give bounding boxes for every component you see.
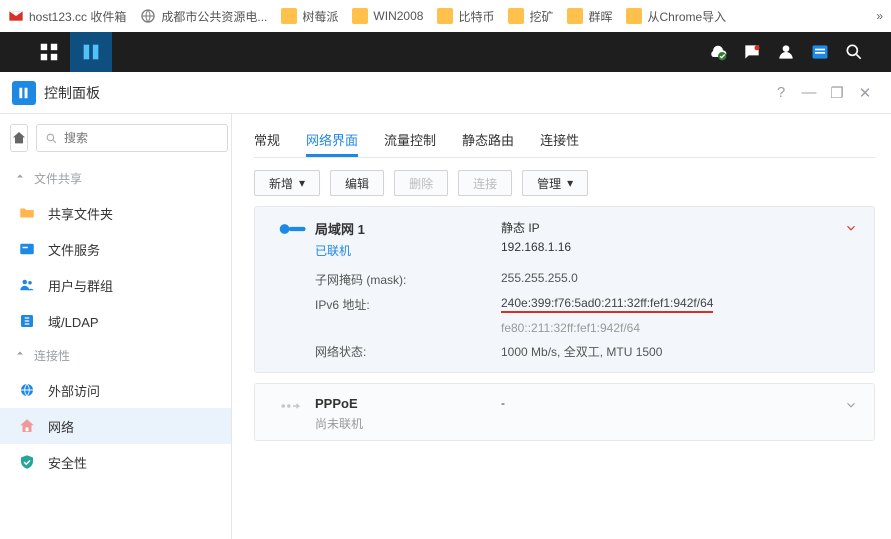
caret-down-icon: ▾ (567, 176, 573, 190)
search-icon (45, 132, 58, 145)
lan-title: 局域网 1 (315, 219, 501, 238)
tab-static-route[interactable]: 静态路由 (462, 122, 514, 157)
tab-network-interface[interactable]: 网络界面 (306, 122, 358, 157)
app-bar (0, 32, 891, 72)
maximize-button[interactable]: ❐ (823, 84, 851, 102)
window-title: 控制面板 (44, 83, 100, 103)
bookmark-mail[interactable]: host123.cc 收件箱 (8, 8, 126, 25)
panel-pppoe[interactable]: PPPoE 尚未联机 - (254, 383, 875, 441)
tab-connectivity[interactable]: 连接性 (540, 122, 579, 157)
folder-icon (626, 8, 642, 24)
tab-general[interactable]: 常规 (254, 122, 280, 157)
link-state-value: 1000 Mb/s, 全双工, MTU 1500 (501, 343, 858, 360)
delete-button[interactable]: 删除 (394, 170, 448, 196)
user-icon[interactable] (769, 32, 803, 72)
chevron-up-icon[interactable] (844, 221, 858, 238)
bookmark-label: 挖矿 (529, 8, 553, 25)
drive-icon (16, 240, 38, 258)
mask-value: 255.255.255.0 (501, 271, 858, 288)
bookmark-folder[interactable]: 从Chrome导入 (626, 8, 726, 25)
control-panel-icon (12, 81, 36, 105)
bookmark-folder[interactable]: 挖矿 (508, 8, 553, 25)
globe-icon (16, 381, 38, 399)
chevron-down-icon[interactable] (844, 398, 858, 415)
network-icon (16, 417, 38, 435)
bookmark-folder[interactable]: 群晖 (567, 8, 612, 25)
lan-status: 已联机 (315, 242, 501, 259)
close-button[interactable]: ✕ (851, 84, 879, 102)
search-box[interactable] (36, 124, 228, 152)
bookmark-label: 成都市公共资源电... (161, 8, 267, 25)
window-header: 控制面板 ? — ❐ ✕ (0, 72, 891, 114)
users-icon (16, 276, 38, 294)
app-control-panel-icon[interactable] (70, 32, 112, 72)
pppoe-status: 尚未联机 (315, 415, 501, 432)
link-state-label: 网络状态: (315, 343, 501, 360)
lan-ip: 192.168.1.16 (501, 240, 858, 254)
folder-icon (437, 8, 453, 24)
minimize-button[interactable]: — (795, 84, 823, 101)
search-input[interactable] (64, 131, 219, 145)
ipv6-value-2: fe80::211:32ff:fef1:942f/64 (501, 321, 858, 335)
bookmark-bar: host123.cc 收件箱 成都市公共资源电... 树莓派 WIN2008 比… (0, 0, 891, 32)
section-file-share[interactable]: 文件共享 (0, 162, 231, 195)
sidebar-item-security[interactable]: 安全性 (0, 444, 231, 480)
bookmark-label: 比特币 (458, 8, 494, 25)
folder-icon (352, 8, 368, 24)
bookmark-overflow[interactable]: » (876, 9, 883, 23)
sidebar-item-shared-folder[interactable]: 共享文件夹 (0, 195, 231, 231)
sidebar-item-users-groups[interactable]: 用户与群组 (0, 267, 231, 303)
pppoe-mode: - (501, 396, 858, 410)
mail-icon (8, 8, 24, 24)
add-button[interactable]: 新增▾ (254, 170, 320, 196)
caret-down-icon: ▾ (299, 176, 305, 190)
home-button[interactable] (10, 124, 28, 152)
sidebar: 文件共享 共享文件夹 文件服务 用户与群组 域/LDAP 连接性 外部访问 网络… (0, 114, 232, 539)
folder-icon (567, 8, 583, 24)
pppoe-title: PPPoE (315, 396, 501, 411)
ipv6-value-1: 240e:399:f76:5ad0:211:32ff:fef1:942f/64 (501, 296, 713, 313)
section-connectivity[interactable]: 连接性 (0, 339, 231, 372)
lan-icon (271, 219, 315, 259)
bookmark-folder[interactable]: WIN2008 (352, 8, 423, 24)
mask-label: 子网掩码 (mask): (315, 271, 501, 288)
lan-mode: 静态 IP (501, 219, 858, 236)
tabs: 常规 网络界面 流量控制 静态路由 连接性 (254, 122, 875, 158)
tab-traffic-control[interactable]: 流量控制 (384, 122, 436, 157)
edit-button[interactable]: 编辑 (330, 170, 384, 196)
help-button[interactable]: ? (767, 84, 795, 101)
globe-icon (140, 8, 156, 24)
ldap-icon (16, 312, 38, 330)
sidebar-item-file-service[interactable]: 文件服务 (0, 231, 231, 267)
folder-icon (16, 204, 38, 222)
bookmark-folder[interactable]: 比特币 (437, 8, 494, 25)
ipv6-label: IPv6 地址: (315, 296, 501, 313)
app-grid-icon[interactable] (28, 32, 70, 72)
bookmark-label: 群晖 (588, 8, 612, 25)
panel-lan[interactable]: 局域网 1 已联机 静态 IP 192.168.1.16 子网掩码 (mask)… (254, 206, 875, 373)
content: 常规 网络界面 流量控制 静态路由 连接性 新增▾ 编辑 删除 连接 管理▾ 局… (232, 114, 891, 539)
bookmark-label: host123.cc 收件箱 (29, 8, 126, 25)
search-icon[interactable] (837, 32, 871, 72)
bookmark-folder[interactable]: 树莓派 (281, 8, 338, 25)
bookmark-label: 树莓派 (302, 8, 338, 25)
folder-icon (508, 8, 524, 24)
pppoe-icon (271, 396, 315, 432)
app-bar-right (701, 32, 891, 72)
bookmark-globe[interactable]: 成都市公共资源电... (140, 8, 267, 25)
list-icon[interactable] (803, 32, 837, 72)
sidebar-item-external-access[interactable]: 外部访问 (0, 372, 231, 408)
bookmark-label: WIN2008 (373, 9, 423, 23)
connect-button[interactable]: 连接 (458, 170, 512, 196)
chat-icon[interactable] (735, 32, 769, 72)
sidebar-item-ldap[interactable]: 域/LDAP (0, 303, 231, 339)
folder-icon (281, 8, 297, 24)
manage-button[interactable]: 管理▾ (522, 170, 588, 196)
sidebar-item-network[interactable]: 网络 (0, 408, 231, 444)
bookmark-label: 从Chrome导入 (647, 8, 726, 25)
shield-icon (16, 453, 38, 471)
toolbar: 新增▾ 编辑 删除 连接 管理▾ (254, 158, 875, 206)
cloud-status-icon[interactable] (701, 32, 735, 72)
